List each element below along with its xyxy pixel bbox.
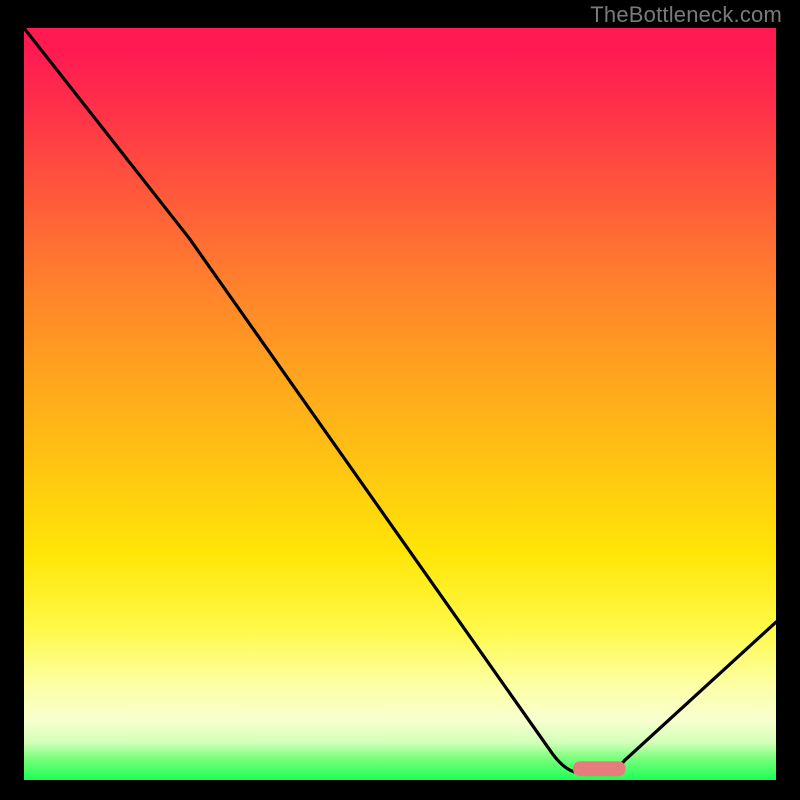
- bottleneck-curve-svg: [24, 28, 776, 780]
- plot-area: [24, 28, 776, 780]
- attribution-text: TheBottleneck.com: [590, 2, 782, 28]
- optimal-marker: [573, 761, 626, 776]
- chart-frame: TheBottleneck.com: [0, 0, 800, 800]
- bottleneck-curve: [24, 28, 776, 772]
